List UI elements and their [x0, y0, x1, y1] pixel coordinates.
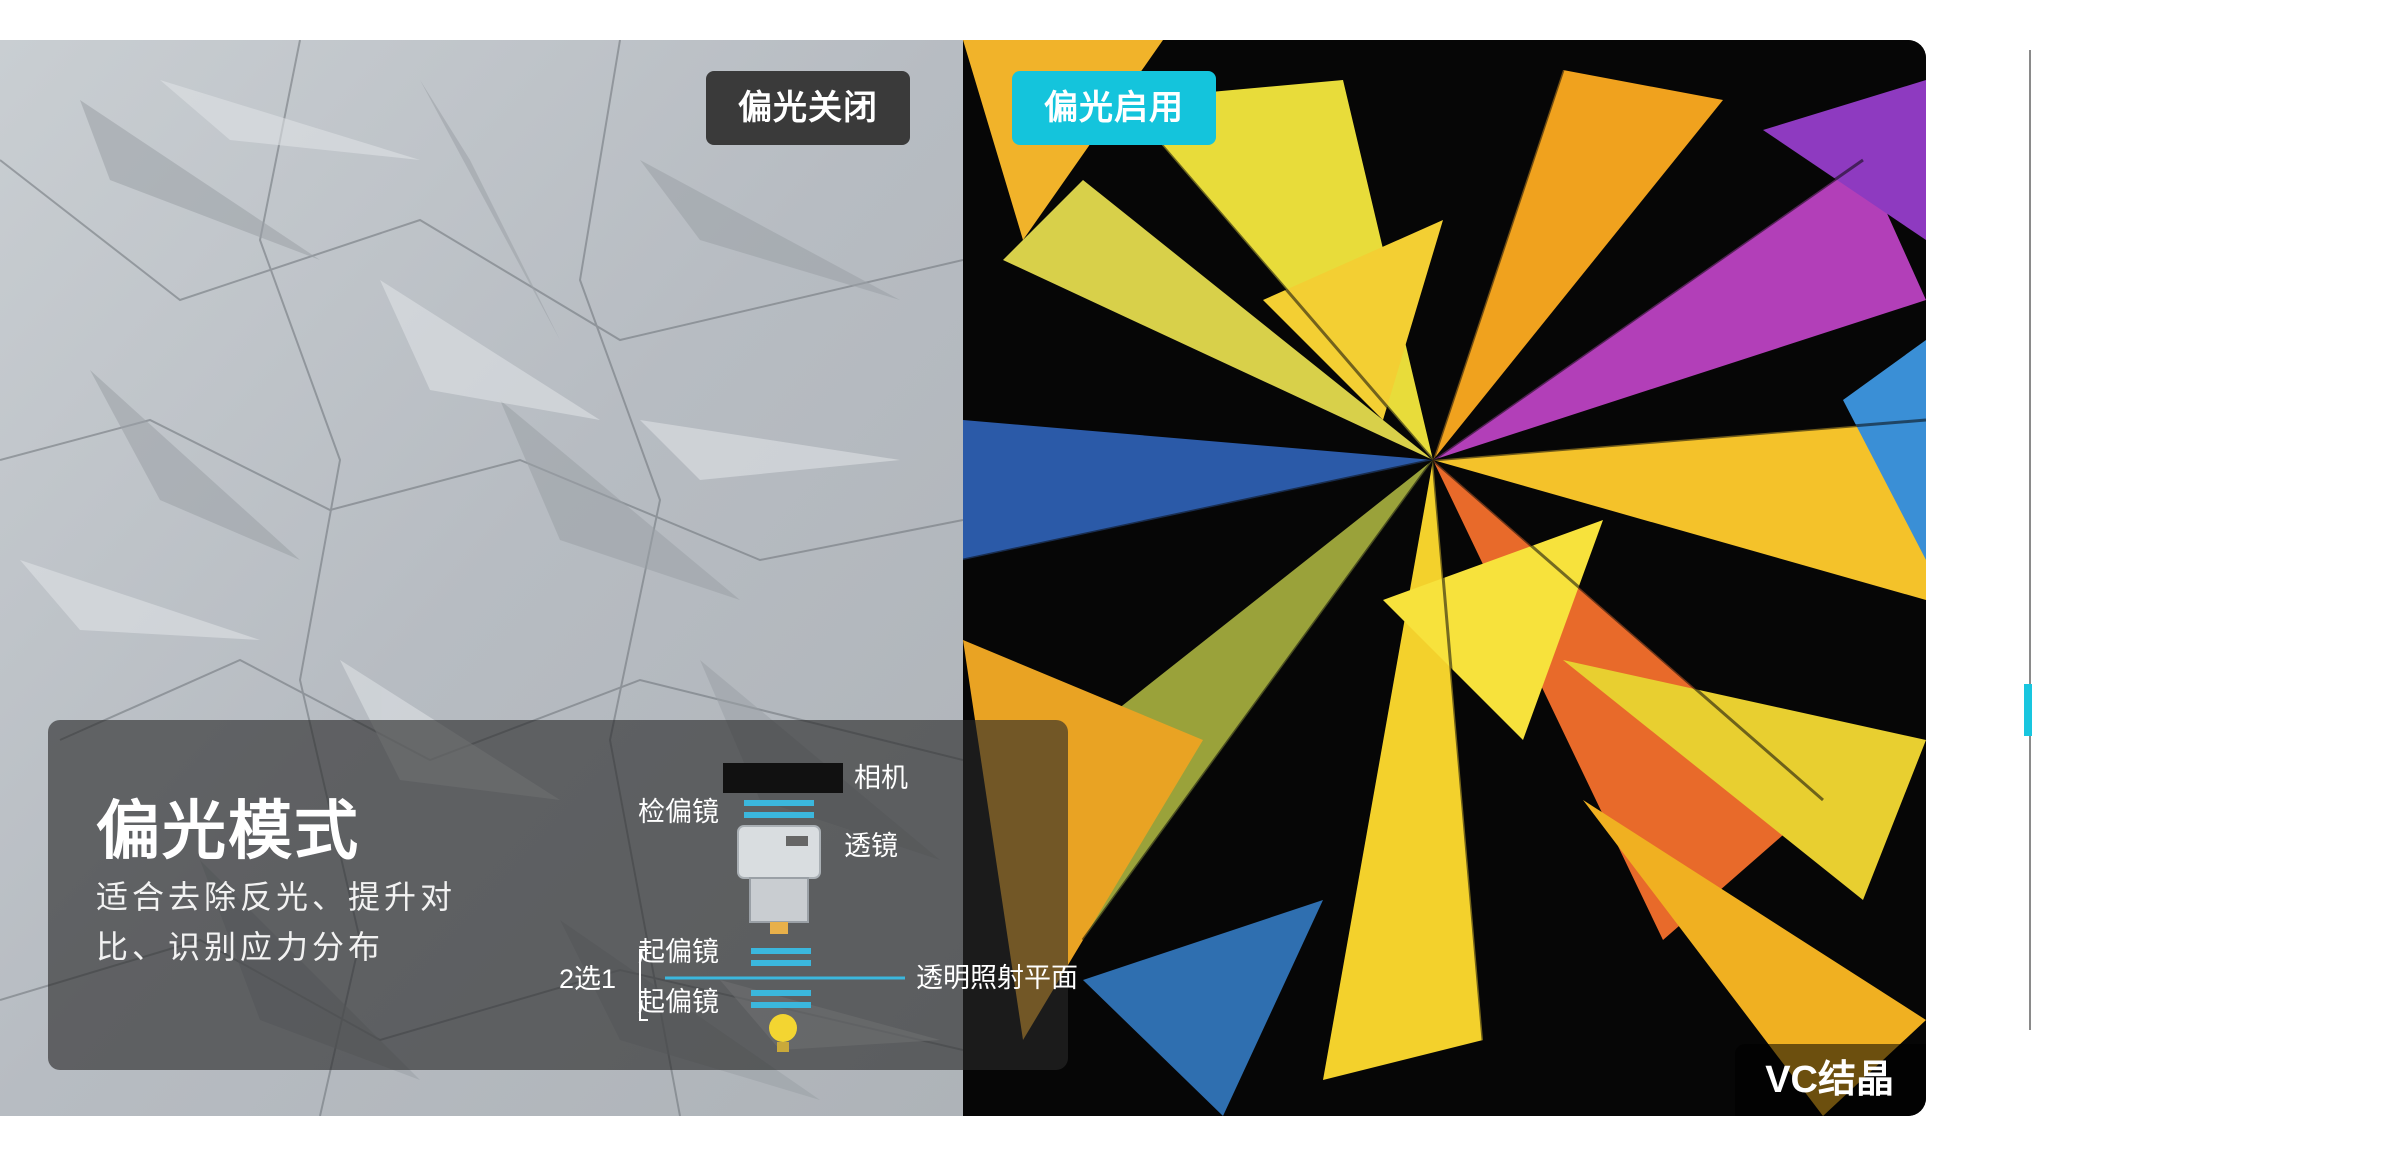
polarization-off-label: 偏光关闭 [706, 71, 910, 145]
comparison-viewer[interactable]: 偏光关闭 偏光启用 偏光模式 适合去除反光、提升对比、识别应力分布 相机 检偏镜… [0, 40, 1926, 1116]
optical-path-graphic [639, 763, 905, 1052]
polarizer-bottom-label: 起偏镜 [638, 987, 719, 1017]
colorful-crystal-texture [963, 40, 1926, 1116]
vertical-scroll-track[interactable] [2029, 50, 2031, 1030]
polarizer-top-label: 起偏镜 [638, 937, 719, 967]
image-caption: VC结晶 [1735, 1044, 1926, 1116]
vertical-scroll-thumb[interactable] [2024, 684, 2032, 736]
lens-icon [737, 825, 821, 879]
choice-label: 2选1 [559, 964, 617, 994]
camera-icon [723, 763, 843, 793]
polarization-on-label: 偏光启用 [1012, 71, 1216, 145]
polarized-on-image [963, 40, 1926, 1116]
filter-icon [744, 800, 814, 806]
lens-label: 透镜 [844, 831, 898, 861]
optical-path-diagram: 相机 检偏镜 透镜 起偏镜 2选1 透明照射平面 起偏镜 [508, 740, 1078, 1060]
card-title: 偏光模式 [96, 795, 360, 867]
polarization-mode-card: 偏光模式 适合去除反光、提升对比、识别应力分布 相机 检偏镜 透镜 起偏镜 2选… [48, 720, 1078, 1070]
stage-plane-label: 透明照射平面 [916, 963, 1078, 993]
analyzer-label: 检偏镜 [638, 797, 719, 827]
camera-label: 相机 [854, 763, 908, 793]
light-bulb-icon [769, 1014, 797, 1042]
card-description: 适合去除反光、提升对比、识别应力分布 [96, 879, 457, 965]
